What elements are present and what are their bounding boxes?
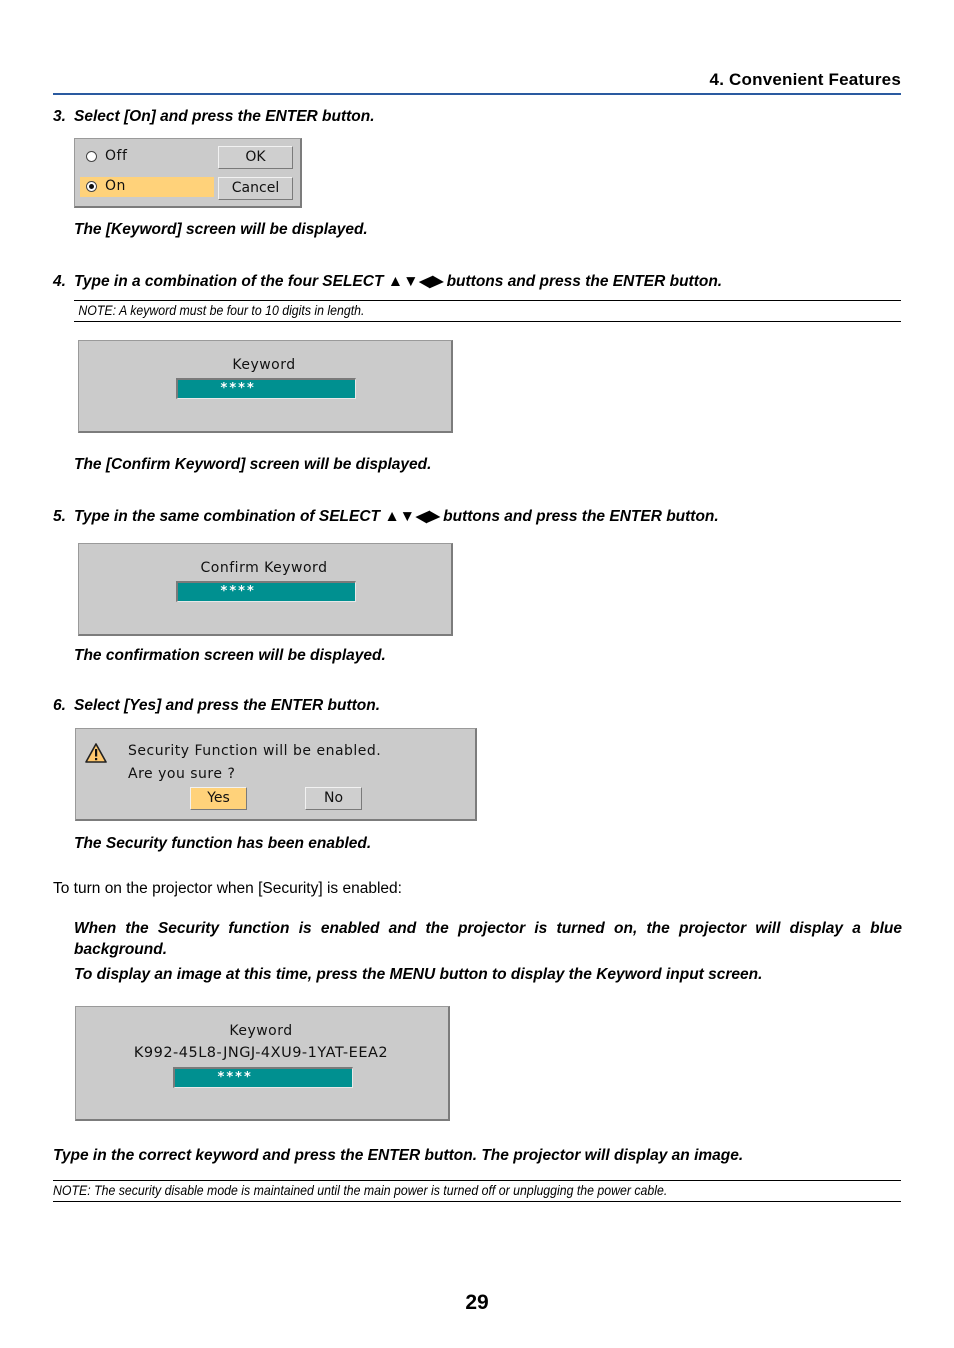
confirm-line-2: Are you sure ? <box>128 766 236 782</box>
step-text: Select [Yes] and press the ENTER button. <box>74 697 381 714</box>
warning-icon <box>85 743 107 763</box>
step-3-result: The [Keyword] screen will be displayed. <box>74 221 368 238</box>
radio-option-on[interactable]: On <box>80 177 214 197</box>
step-5: 5. Type in the same combination of SELECT… <box>53 507 719 526</box>
cancel-button[interactable]: Cancel <box>218 177 293 200</box>
on-off-dialog: Off On OK Cancel <box>74 138 302 208</box>
step-number: 3. <box>53 108 66 125</box>
keyword-title: Keyword <box>232 357 296 373</box>
radio-on-icon <box>86 181 97 192</box>
confirm-line-1: Security Function will be enabled. <box>128 743 382 759</box>
turn-on-final: Type in the correct keyword and press th… <box>53 1147 744 1164</box>
security-disable-note: NOTE: The security disable mode is maint… <box>53 1180 901 1202</box>
header-rule <box>53 93 901 95</box>
step-3: 3. Select [On] and press the ENTER button… <box>53 108 375 126</box>
step-number: 5. <box>53 508 66 525</box>
radio-off-icon <box>86 151 97 162</box>
step-4-result: The [Confirm Keyword] screen will be dis… <box>74 456 432 473</box>
step-5-result: The confirmation screen will be displaye… <box>74 647 386 664</box>
step-number: 6. <box>53 697 66 714</box>
keyword-input-title: Keyword <box>229 1023 293 1039</box>
step-text: Type in a combination of the four SELECT… <box>74 273 723 290</box>
radio-on-label: On <box>105 178 126 194</box>
keyword-length-note: NOTE: A keyword must be four to 10 digit… <box>74 300 901 322</box>
confirm-enable-dialog: Security Function will be enabled. Are y… <box>75 728 477 821</box>
section-title: 4. Convenient Features <box>709 70 901 89</box>
request-code: K992-45L8-JNGJ-4XU9-1YAT-EEA2 <box>133 1045 389 1061</box>
page-number: 29 <box>465 1291 489 1314</box>
ok-button[interactable]: OK <box>218 146 293 169</box>
turn-on-para-1: When the Security function is enabled an… <box>74 920 902 958</box>
step-4: 4. Type in a combination of the four SELE… <box>53 272 722 291</box>
keyword-input-dialog: Keyword K992-45L8-JNGJ-4XU9-1YAT-EEA2 **… <box>75 1006 450 1121</box>
no-button[interactable]: No <box>305 787 362 810</box>
keyword-dialog: Keyword **** <box>78 340 453 433</box>
step-number: 4. <box>53 273 66 290</box>
yes-button[interactable]: Yes <box>190 787 247 810</box>
radio-off-label: Off <box>105 148 128 164</box>
step-text: Select [On] and press the ENTER button. <box>74 108 375 125</box>
keyword-input-field[interactable]: **** <box>173 1067 353 1088</box>
turn-on-intro: To turn on the projector when [Security]… <box>53 880 402 897</box>
confirm-keyword-field[interactable]: **** <box>176 581 356 602</box>
keyword-field[interactable]: **** <box>176 378 356 399</box>
turn-on-para-2: To display an image at this time, press … <box>74 966 763 983</box>
confirm-keyword-dialog: Confirm Keyword **** <box>78 543 453 636</box>
radio-option-off[interactable]: Off <box>80 147 214 167</box>
confirm-keyword-title: Confirm Keyword <box>200 560 328 576</box>
note-text: NOTE: A keyword must be four to 10 digit… <box>78 302 365 318</box>
step-6: 6. Select [Yes] and press the ENTER butto… <box>53 697 380 715</box>
step-6-result: The Security function has been enabled. <box>74 835 372 852</box>
note-text: NOTE: The security disable mode is maint… <box>53 1182 668 1198</box>
step-text: Type in the same combination of SELECT ▲… <box>74 508 719 525</box>
